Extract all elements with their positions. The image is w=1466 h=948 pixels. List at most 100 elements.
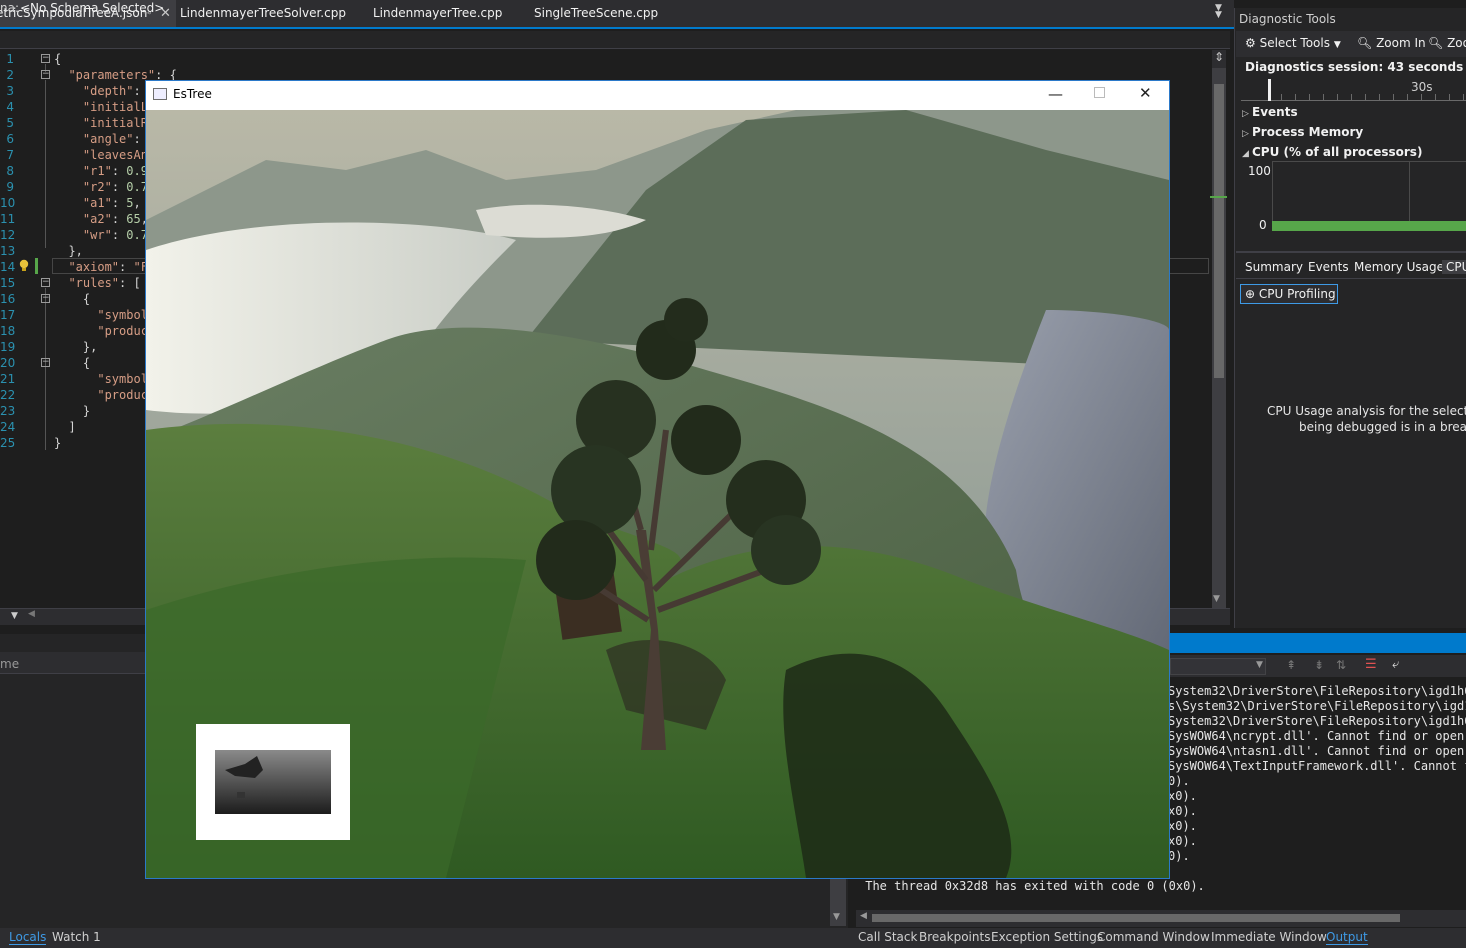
code-line: }, (54, 244, 83, 258)
shadow-map-preview (215, 750, 331, 814)
process-memory-section-toggle[interactable]: ▷ Process Memory (1242, 125, 1363, 139)
output-line: x0). (1168, 804, 1197, 818)
tab-events[interactable]: Events (1308, 260, 1349, 274)
record-icon: ⊕ (1245, 287, 1256, 301)
code-line: }, (54, 340, 98, 354)
tab-memory-usage[interactable]: Memory Usage (1354, 260, 1444, 274)
timeline-tick (1393, 94, 1394, 101)
scroll-change-marker (1210, 196, 1227, 198)
minimize-button[interactable]: — (1048, 85, 1063, 103)
tab-single-tree-scene[interactable]: SingleTreeScene.cpp (534, 0, 658, 27)
timeline-tick (1379, 94, 1380, 101)
events-section-toggle[interactable]: ▷ Events (1242, 105, 1298, 119)
clear-all-icon[interactable]: ☰ (1365, 657, 1377, 672)
timeline-tick (1365, 94, 1366, 101)
timeline-tick (1295, 94, 1296, 101)
app-window-icon (153, 88, 167, 100)
select-tools-button[interactable]: ⚙ Select Tools ▼ (1245, 36, 1341, 50)
minimap-tree (225, 756, 263, 778)
tab-watch-1[interactable]: Watch 1 (52, 930, 101, 944)
code-line: "wr": 0.7 (82, 228, 148, 242)
code-line: "a1": 5, (82, 196, 141, 210)
estree-title-bar[interactable] (146, 81, 1169, 110)
minimap-crate (237, 792, 245, 798)
line-number: 3 (6, 84, 14, 98)
timeline-tick (1323, 94, 1324, 101)
output-line: System32\DriverStore\FileRepository\igd1… (1168, 684, 1466, 698)
schema-bar (0, 31, 1230, 49)
chevron-down-icon[interactable]: ▼ (1215, 3, 1222, 13)
output-line: The thread 0x32d8 has exited with code 0… (858, 879, 1205, 893)
code-line: "depth": (82, 84, 148, 98)
scroll-down-icon[interactable]: ▼ (833, 912, 840, 922)
editor-scroll-thumb[interactable] (1214, 84, 1224, 378)
timeline-label: 30s (1411, 80, 1433, 94)
line-number: 6 (6, 132, 14, 146)
tab-immediate-window[interactable]: Immediate Window (1211, 930, 1327, 944)
zoom-in-label: Zoom In (1376, 36, 1426, 50)
code-line: "r1": 0.9 (82, 164, 148, 178)
tab-summary[interactable]: Summary (1245, 260, 1303, 274)
cpu-axis-max: 100 (1248, 164, 1271, 178)
line-number: 19 (0, 340, 16, 354)
lightbulb-icon[interactable] (18, 259, 30, 272)
tab-command-window[interactable]: Command Window (1097, 930, 1210, 944)
tab-exception-settings[interactable]: Exception Settings (991, 930, 1103, 944)
timeline-tick (1421, 94, 1422, 101)
locals-name-column[interactable]: me (0, 657, 19, 671)
foliage (751, 515, 821, 585)
go-to-message-icon[interactable]: ⇅ (1336, 658, 1346, 672)
code-line: { (54, 52, 62, 66)
output-source-select[interactable] (1170, 658, 1266, 675)
prev-message-icon[interactable]: ⇞ (1286, 658, 1296, 672)
collapse-icon[interactable]: − (41, 54, 50, 63)
collapse-icon[interactable]: − (41, 358, 50, 367)
collapse-icon[interactable]: − (41, 278, 50, 287)
output-scroll-thumb[interactable] (872, 914, 1400, 922)
tab-lindenmayer-tree-solver[interactable]: LindenmayerTreeSolver.cpp (180, 0, 346, 27)
chevron-down-icon: ▼ (1333, 40, 1341, 50)
code-line: } (54, 404, 91, 418)
maximize-button[interactable] (1094, 87, 1105, 98)
tab-breakpoints[interactable]: Breakpoints (919, 930, 990, 944)
schema-select[interactable]: <No Schema Selected> (20, 1, 164, 15)
tab-lindenmayer-tree[interactable]: LindenmayerTree.cpp (373, 0, 502, 27)
output-title-bar[interactable] (1168, 633, 1466, 653)
line-number: 14 (0, 260, 16, 274)
collapse-icon[interactable]: − (41, 294, 50, 303)
scroll-down-icon[interactable]: ▼ (1213, 594, 1220, 604)
collapse-icon[interactable]: − (41, 70, 50, 79)
line-number: 2 (6, 68, 14, 82)
line-number: 1 (6, 52, 14, 66)
cpu-profiling-button[interactable]: ⊕ CPU Profiling (1240, 284, 1338, 304)
next-message-icon[interactable]: ⇟ (1314, 658, 1324, 672)
foliage (536, 520, 616, 600)
tab-call-stack[interactable]: Call Stack (858, 930, 917, 944)
foliage (671, 405, 741, 475)
tab-output[interactable]: Output (1326, 930, 1368, 945)
word-wrap-icon[interactable]: ⤶ (1392, 657, 1399, 672)
cpu-section-toggle[interactable]: ◢ CPU (% of all processors) (1242, 145, 1422, 159)
scroll-left-icon[interactable]: ◀ (28, 609, 35, 619)
output-line: SysWOW64\ncrypt.dll'. Cannot find or ope… (1168, 729, 1466, 743)
output-line: SysWOW64\ntasn1.dll'. Cannot find or ope… (1168, 744, 1466, 758)
tab-cpu[interactable]: CPU (1442, 260, 1466, 274)
code-line: "initialL (82, 100, 148, 114)
timeline-tick (1449, 94, 1450, 101)
code-line: ] (54, 420, 76, 434)
line-number: 22 (0, 388, 16, 402)
scroll-left-icon[interactable]: ◀ (860, 911, 867, 921)
change-marker (35, 258, 38, 274)
tab-locals[interactable]: Locals (9, 930, 47, 945)
code-line: } (54, 436, 62, 450)
zoom-in-button[interactable]: 🔍︎ Zoom In (1357, 36, 1426, 50)
chevron-down-icon[interactable]: ▼ (1256, 660, 1263, 670)
zoom-out-button[interactable]: 🔍︎ Zoo (1428, 36, 1466, 50)
code-line: "r2": 0.7 (82, 180, 148, 194)
zoom-dropdown-icon[interactable]: ▼ (11, 611, 18, 621)
code-line: "symbol (97, 308, 148, 322)
line-number: 15 (0, 276, 16, 290)
close-button[interactable]: ✕ (1139, 84, 1152, 102)
split-window-icon[interactable]: ⇕ (1212, 50, 1226, 68)
code-line: "symbol (97, 372, 148, 386)
